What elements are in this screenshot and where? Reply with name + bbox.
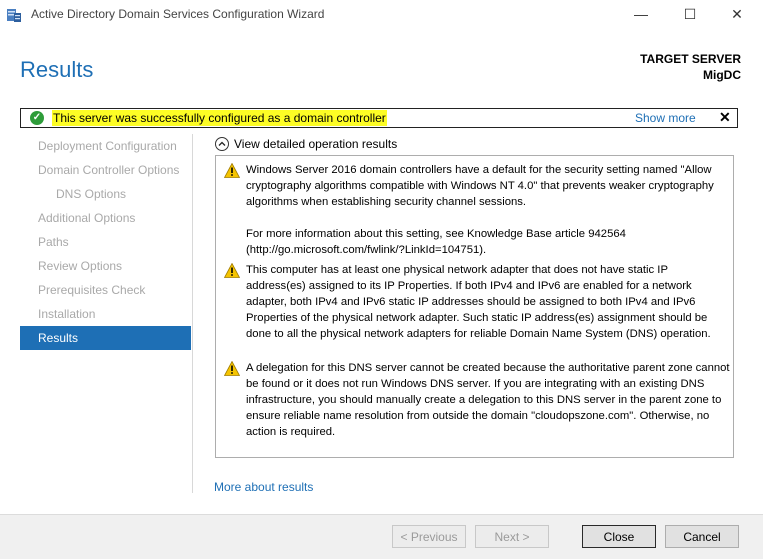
nav-item-dns-options: DNS Options [56, 187, 127, 201]
banner-message: This server was successfully configured … [52, 110, 387, 126]
target-server-name: MigDC [703, 68, 741, 82]
nav-item-domain-controller-options: Domain Controller Options [38, 163, 180, 177]
warning-icon [224, 263, 240, 278]
operation-results-box[interactable]: Windows Server 2016 domain controllers h… [215, 155, 734, 458]
view-details-label: View detailed operation results [234, 137, 398, 151]
title-bar: Active Directory Domain Services Configu… [0, 0, 763, 30]
status-banner: ✓ This server was successfully configure… [20, 108, 738, 128]
message-paragraph: Windows Server 2016 domain controllers h… [246, 164, 714, 208]
nav-item-additional-options: Additional Options [38, 211, 136, 225]
close-button[interactable]: Close [582, 525, 656, 548]
more-about-results-link[interactable]: More about results [214, 480, 313, 494]
maximize-button[interactable]: ☐ [675, 3, 705, 25]
nav-item-review-options: Review Options [38, 259, 123, 273]
nav-item-installation: Installation [38, 307, 96, 321]
next-button[interactable]: Next > [475, 525, 549, 548]
banner-close-icon[interactable]: ✕ [719, 109, 731, 126]
minimize-icon: — [634, 6, 648, 22]
warning-icon [224, 163, 240, 178]
minimize-button[interactable]: — [626, 3, 656, 25]
nav-item-deployment-configuration: Deployment Configuration [38, 139, 177, 153]
close-icon: ✕ [731, 6, 743, 22]
nav-divider [192, 134, 193, 493]
maximize-icon: ☐ [683, 6, 697, 22]
message-paragraph: A delegation for this DNS server cannot … [246, 362, 730, 438]
success-check-icon: ✓ [30, 111, 44, 125]
wizard-nav: Deployment Configuration Domain Controll… [20, 134, 191, 350]
show-more-link[interactable]: Show more [635, 111, 696, 125]
chevron-up-icon [215, 137, 229, 151]
cancel-button[interactable]: Cancel [665, 525, 739, 548]
previous-button[interactable]: < Previous [392, 525, 466, 548]
page-title: Results [20, 57, 94, 82]
nav-item-results[interactable]: Results [20, 326, 191, 350]
warning-icon [224, 361, 240, 376]
close-window-button[interactable]: ✕ [722, 3, 752, 25]
message-paragraph: This computer has at least one physical … [246, 264, 711, 340]
nav-item-paths: Paths [38, 235, 69, 249]
server-wizard-icon [7, 9, 21, 22]
wizard-footer: < Previous Next > Close Cancel [0, 514, 763, 559]
window-title: Active Directory Domain Services Configu… [31, 7, 325, 21]
target-server-label: TARGET SERVER [640, 52, 741, 66]
nav-item-prerequisites-check: Prerequisites Check [38, 283, 146, 297]
message-paragraph: For more information about this setting,… [246, 228, 626, 256]
